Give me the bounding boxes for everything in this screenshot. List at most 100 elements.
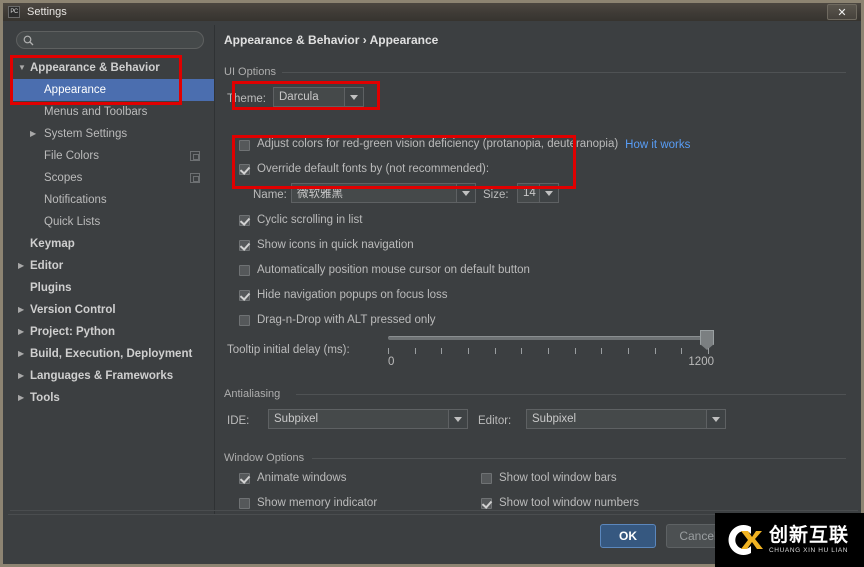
slider-tick [681, 348, 682, 354]
sidebar-item-build-execution-deployment[interactable]: ▶Build, Execution, Deployment [10, 343, 214, 365]
sidebar-item-system-settings[interactable]: ▶System Settings [10, 123, 214, 145]
tooltip-delay-label: Tooltip initial delay (ms): [227, 344, 350, 356]
chevron-right-icon[interactable]: ▶ [18, 306, 30, 314]
search-input[interactable] [38, 33, 192, 47]
sidebar-item-label: System Settings [44, 128, 127, 140]
chevron-down-icon[interactable]: ▼ [18, 64, 30, 72]
sidebar-item-keymap[interactable]: Keymap [10, 233, 214, 255]
font-name-value: 微软雅黑 [292, 185, 456, 201]
theme-value: Darcula [274, 91, 344, 103]
chevron-right-icon[interactable]: ▶ [30, 130, 42, 138]
breadcrumb: Appearance & Behavior › Appearance [224, 33, 438, 47]
sidebar-item-quick-lists[interactable]: Quick Lists [10, 211, 214, 233]
checkbox[interactable] [239, 498, 250, 509]
sidebar-item-label: Version Control [30, 304, 116, 316]
sidebar-item-label: Plugins [30, 282, 72, 294]
search-box[interactable] [16, 31, 204, 49]
slider-tick [495, 348, 496, 354]
slider-tick [415, 348, 416, 354]
checkbox[interactable] [481, 473, 492, 484]
search-icon [23, 35, 34, 46]
chevron-down-icon[interactable] [706, 410, 725, 428]
slider-min-label: 0 [388, 356, 394, 368]
checkbox-row[interactable]: Animate windows [239, 473, 346, 485]
chevron-right-icon[interactable]: ▶ [18, 394, 30, 402]
sidebar-item-label: Keymap [30, 238, 75, 250]
settings-main-pane: Appearance & Behavior › Appearance UI Op… [216, 25, 858, 515]
chevron-down-icon[interactable] [344, 88, 363, 106]
checkbox-label: Show tool window bars [499, 473, 617, 485]
font-size-select[interactable]: 14 [517, 183, 559, 203]
chevron-right-icon[interactable]: ▶ [18, 262, 30, 270]
checkbox-label: Drag-n-Drop with ALT pressed only [257, 315, 436, 327]
checkbox-row[interactable]: Hide navigation popups on focus loss [239, 290, 448, 302]
sidebar-item-tools[interactable]: ▶Tools [10, 387, 214, 409]
checkbox-label: Cyclic scrolling in list [257, 215, 362, 227]
theme-select[interactable]: Darcula [273, 87, 364, 107]
sidebar-item-label: Menus and Toolbars [44, 106, 147, 118]
checkbox[interactable] [239, 265, 250, 276]
override-fonts-label: Override default fonts by (not recommend… [257, 164, 489, 176]
checkbox[interactable] [239, 240, 250, 251]
slider-thumb[interactable] [700, 330, 714, 345]
how-it-works-link[interactable]: How it works [625, 139, 690, 151]
sidebar-item-label: Languages & Frameworks [30, 370, 173, 382]
checkbox-row[interactable]: Drag-n-Drop with ALT pressed only [239, 315, 436, 327]
editor-antialiasing-select[interactable]: Subpixel [526, 409, 726, 429]
adjust-colors-checkbox[interactable] [239, 140, 250, 151]
slider-tick [388, 348, 389, 354]
checkbox-label: Show icons in quick navigation [257, 240, 414, 252]
sidebar-item-scopes[interactable]: Scopes [10, 167, 214, 189]
sidebar-item-appearance[interactable]: Appearance [10, 79, 214, 101]
checkbox-row[interactable]: Show tool window numbers [481, 498, 639, 510]
checkbox-label: Animate windows [257, 473, 346, 485]
checkbox[interactable] [239, 215, 250, 226]
sidebar-item-notifications[interactable]: Notifications [10, 189, 214, 211]
slider-tick [468, 348, 469, 354]
sidebar-item-label: Notifications [44, 194, 107, 206]
chevron-down-icon[interactable] [448, 410, 467, 428]
font-size-value: 14 [518, 187, 539, 199]
ok-button[interactable]: OK [600, 524, 656, 548]
adjust-colors-label: Adjust colors for red-green vision defic… [257, 139, 618, 151]
sidebar-item-editor[interactable]: ▶Editor [10, 255, 214, 277]
sidebar-item-project-python[interactable]: ▶Project: Python [10, 321, 214, 343]
ide-antialiasing-select[interactable]: Subpixel [268, 409, 468, 429]
checkbox-label: Show memory indicator [257, 498, 377, 510]
sidebar-item-label: Quick Lists [44, 216, 100, 228]
chevron-down-icon[interactable] [539, 184, 558, 202]
checkbox[interactable] [239, 290, 250, 301]
override-fonts-row[interactable]: Override default fonts by (not recommend… [239, 164, 489, 176]
override-fonts-checkbox[interactable] [239, 164, 250, 175]
sidebar-item-version-control[interactable]: ▶Version Control [10, 299, 214, 321]
checkbox-row[interactable]: Cyclic scrolling in list [239, 215, 362, 227]
sidebar-item-appearance-behavior[interactable]: ▼Appearance & Behavior [10, 57, 214, 79]
checkbox[interactable] [239, 315, 250, 326]
chevron-right-icon[interactable]: ▶ [18, 350, 30, 358]
chevron-down-icon[interactable] [456, 184, 475, 202]
sidebar-item-plugins[interactable]: Plugins [10, 277, 214, 299]
copy-icon[interactable] [190, 151, 200, 161]
sidebar-item-languages-frameworks[interactable]: ▶Languages & Frameworks [10, 365, 214, 387]
copy-icon[interactable] [190, 173, 200, 183]
close-icon[interactable]: ✕ [827, 4, 857, 20]
sidebar-item-label: Editor [30, 260, 63, 272]
checkbox[interactable] [481, 498, 492, 509]
checkbox-row[interactable]: Automatically position mouse cursor on d… [239, 265, 530, 277]
font-name-select[interactable]: 微软雅黑 [291, 183, 476, 203]
checkbox-row[interactable]: Show tool window bars [481, 473, 617, 485]
tooltip-delay-slider[interactable]: 0 1200 [388, 330, 714, 372]
slider-track[interactable] [388, 336, 714, 340]
checkbox-row[interactable]: Show icons in quick navigation [239, 240, 414, 252]
settings-sidebar: ▼Appearance & BehaviorAppearance Menus an… [10, 25, 215, 515]
sidebar-item-file-colors[interactable]: File Colors [10, 145, 214, 167]
sidebar-item-menus-and-toolbars[interactable]: Menus and Toolbars [10, 101, 214, 123]
slider-tick [548, 348, 549, 354]
checkbox-row[interactable]: Show memory indicator [239, 498, 377, 510]
window-title: Settings [27, 6, 67, 18]
checkbox[interactable] [239, 473, 250, 484]
adjust-colors-row[interactable]: Adjust colors for red-green vision defic… [239, 139, 690, 151]
slider-tick [708, 348, 709, 354]
chevron-right-icon[interactable]: ▶ [18, 328, 30, 336]
chevron-right-icon[interactable]: ▶ [18, 372, 30, 380]
